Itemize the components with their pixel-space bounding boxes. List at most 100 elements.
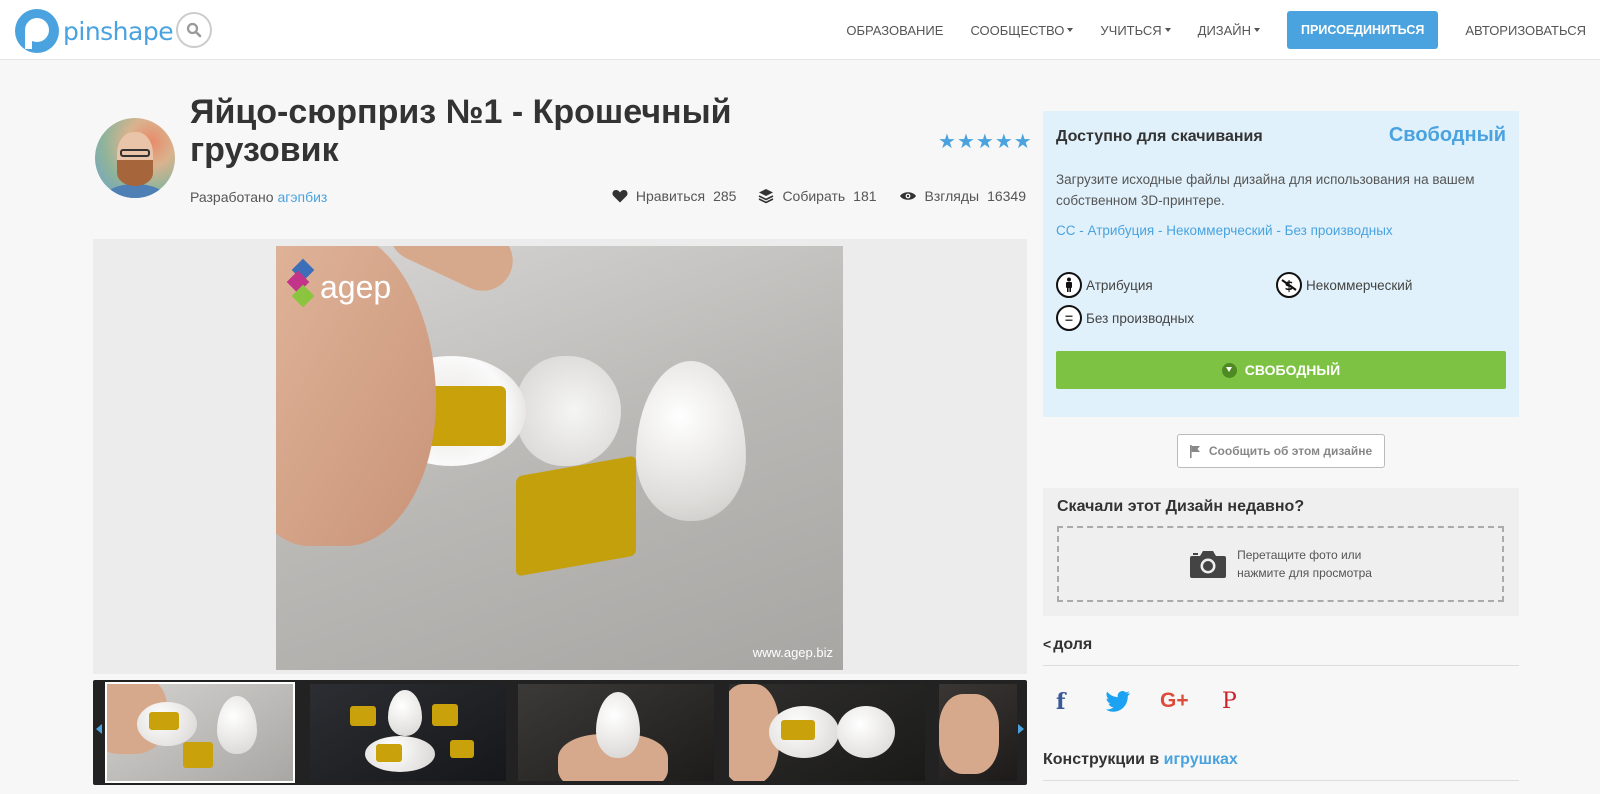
logo-text: pinshape <box>63 16 174 46</box>
eye-icon <box>899 192 916 200</box>
flag-icon <box>1189 444 1200 458</box>
heart-icon <box>612 190 628 203</box>
join-button[interactable]: ПРИСОЕДИНИТЬСЯ <box>1287 11 1439 49</box>
camera-icon <box>1190 551 1227 578</box>
nav-learn-label: УЧИТЬСЯ <box>1100 22 1162 38</box>
login-link[interactable]: АВТОРИЗОВАТЬСЯ <box>1465 23 1586 38</box>
drop-line-1: Перетащите фото или <box>1237 548 1362 562</box>
collect-stat[interactable]: Собирать 181 <box>758 188 877 204</box>
thumb-truck <box>376 744 402 762</box>
recent-download-panel: Скачали этот Дизайн недавно? Перетащите … <box>1043 488 1519 616</box>
recent-title: Скачали этот Дизайн недавно? <box>1057 498 1305 515</box>
nav-community[interactable]: СООБЩЕСТВО <box>970 22 1074 38</box>
report-label: Сообщить об этом дизайне <box>1208 444 1373 458</box>
photo-dropzone[interactable]: Перетащите фото или нажмите для просмотр… <box>1057 526 1504 602</box>
star-icon: ★ <box>938 131 956 153</box>
main-image-area: agep www.agep.biz <box>93 239 1027 674</box>
design-title: Яйцо-сюрприз №1 - Крошечный грузовик <box>190 93 732 169</box>
pinterest-icon[interactable]: P <box>1222 689 1237 714</box>
star-icon: ★ <box>975 131 994 153</box>
thumbnail[interactable] <box>310 684 506 781</box>
noncommercial-label: Некоммерческий <box>1306 277 1413 293</box>
designer-byline: Разработано агэпбиз <box>190 189 327 205</box>
search-button[interactable] <box>176 12 212 48</box>
scroll-right-icon[interactable] <box>1018 724 1024 734</box>
views-count: 16349 <box>987 188 1026 204</box>
views-stat: Взгляды 16349 <box>899 188 1026 204</box>
license-attribution: Атрибуция <box>1056 272 1153 298</box>
nav-education[interactable]: ОБРАЗОВАНИЕ <box>846 23 943 38</box>
attribution-label: Атрибуция <box>1086 277 1153 293</box>
thumb-truck <box>432 704 458 726</box>
collect-count: 181 <box>853 188 877 204</box>
download-button-label: СВОБОДНЫЙ <box>1244 362 1341 378</box>
share-title: доля <box>1053 636 1093 653</box>
collect-label: Собирать <box>782 188 846 204</box>
thumb-egg-half <box>837 706 895 758</box>
nav-education-label: ОБРАЗОВАНИЕ <box>846 22 944 38</box>
nav-learn[interactable]: УЧИТЬСЯ <box>1100 22 1171 38</box>
star-icon: ★ <box>1013 131 1032 153</box>
download-panel: Доступно для скачивания Свободный Загруз… <box>1043 111 1519 417</box>
thumb-egg <box>217 696 257 754</box>
top-header: pinshape ОБРАЗОВАНИЕ СООБЩЕСТВО УЧИТЬСЯ … <box>0 0 1600 60</box>
views-label: Взгляды <box>924 188 980 204</box>
price-label: Свободный <box>1388 124 1506 146</box>
watermark-brand: agep <box>320 268 392 305</box>
twitter-icon[interactable] <box>1105 690 1131 718</box>
designer-link[interactable]: агэпбиз <box>277 189 327 205</box>
chevron-down-icon <box>1164 28 1171 32</box>
thumbnail[interactable] <box>105 682 295 783</box>
thumbnail[interactable] <box>729 684 925 781</box>
thumbnail[interactable] <box>939 684 1017 781</box>
thumb-egg <box>388 690 422 736</box>
download-description: Загрузите исходные файлы дизайна для исп… <box>1056 172 1475 208</box>
googleplus-icon[interactable]: G+ <box>1160 689 1189 713</box>
chevron-down-icon <box>1067 28 1074 32</box>
download-icon <box>1221 362 1237 378</box>
license-noncommercial: $ Некоммерческий <box>1276 272 1412 298</box>
thumb-truck <box>149 712 179 730</box>
by-label: Разработано <box>190 189 274 205</box>
download-title: Доступно для скачивания <box>1056 128 1263 145</box>
thumb-egg <box>596 692 640 758</box>
thumb-truck <box>350 706 376 726</box>
photo-truck <box>516 455 636 577</box>
facebook-icon[interactable]: f <box>1056 689 1065 715</box>
photo-whole-egg <box>636 361 746 521</box>
thumbnail[interactable] <box>518 684 714 781</box>
thumbnail-strip <box>93 680 1027 785</box>
likes-count: 285 <box>713 188 737 204</box>
designs-prefix: Конструкции в <box>1043 751 1160 768</box>
layers-icon <box>759 189 774 204</box>
download-button[interactable]: СВОБОДНЫЙ <box>1056 351 1506 389</box>
like-stat[interactable]: Нравиться 285 <box>612 188 737 204</box>
license-link[interactable]: CC - Атрибуция - Некоммерческий - Без пр… <box>1056 223 1393 238</box>
avatar-shirt <box>103 184 167 198</box>
pinshape-logo-icon <box>15 9 59 53</box>
person-icon <box>1056 272 1082 298</box>
no-dollar-icon: $ <box>1276 272 1302 298</box>
designer-avatar[interactable] <box>95 118 175 198</box>
scroll-left-icon[interactable] <box>96 724 102 734</box>
share-section-title: < доля <box>1043 636 1519 666</box>
thumb-hand <box>939 694 999 774</box>
nav-design-label: ДИЗАЙН <box>1197 22 1252 38</box>
watermark-logo: agep <box>286 258 392 314</box>
drop-line-2: нажмите для просмотра <box>1237 566 1372 580</box>
rating-stars: ★ ★ ★ ★ ★ <box>938 132 1033 152</box>
nav-design[interactable]: ДИЗАЙН <box>1197 22 1261 38</box>
photo-egg-half <box>516 356 621 466</box>
report-design-button[interactable]: Сообщить об этом дизайне <box>1177 434 1385 468</box>
nav-community-label: СООБЩЕСТВО <box>970 22 1065 38</box>
dropzone-text: Перетащите фото или нажмите для просмотр… <box>1237 546 1372 582</box>
category-link[interactable]: игрушках <box>1164 751 1238 768</box>
agep-gem-icon <box>286 258 316 314</box>
designs-in-category-title: Конструкции в игрушках <box>1043 751 1519 781</box>
pinshape-logo[interactable]: pinshape <box>15 9 174 53</box>
design-stats: Нравиться 285 Собирать 181 Взгляды 16349 <box>590 188 1026 204</box>
likes-label: Нравиться <box>635 188 706 204</box>
noderivs-label: Без производных <box>1086 310 1195 326</box>
main-design-photo[interactable]: agep www.agep.biz <box>276 246 843 670</box>
chevron-down-icon <box>1254 28 1261 32</box>
